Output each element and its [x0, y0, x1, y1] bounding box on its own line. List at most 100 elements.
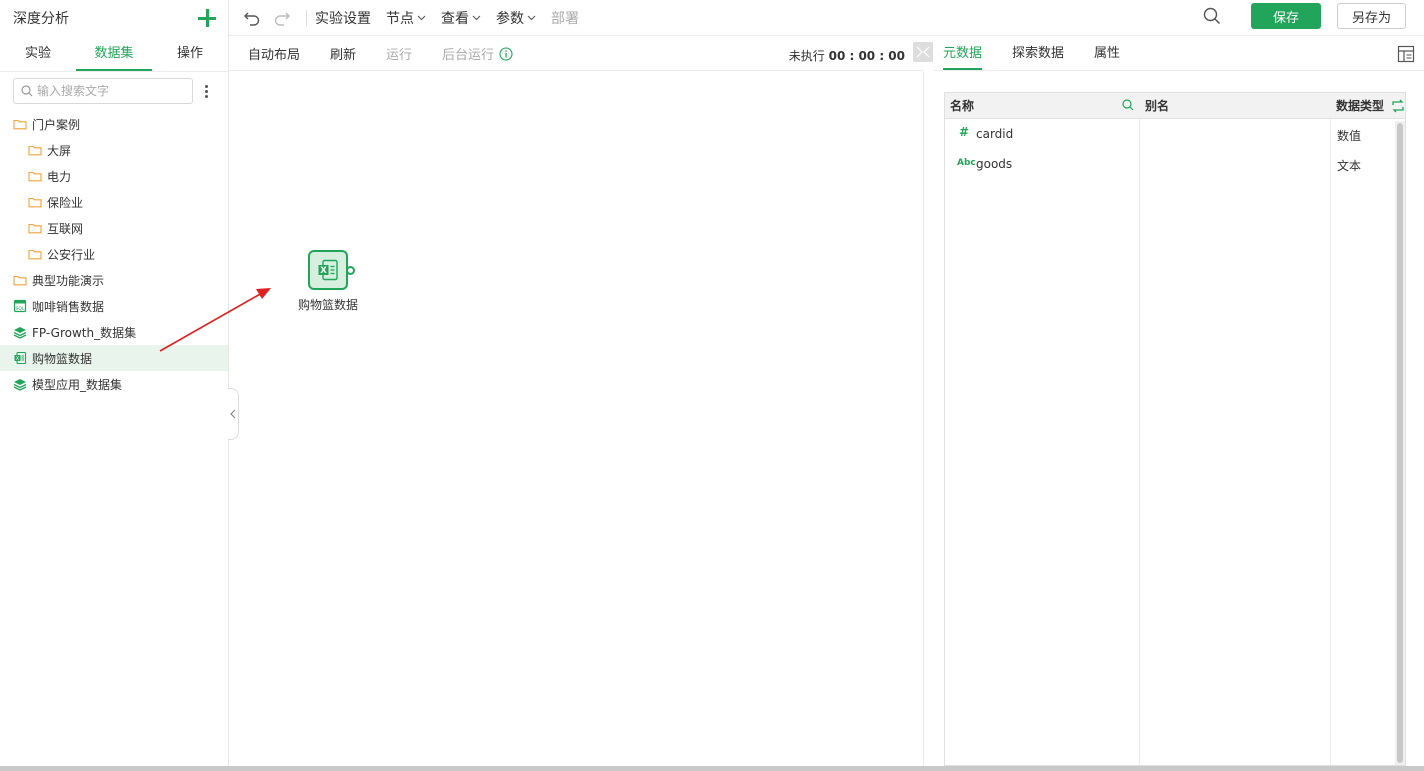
tree-folder-insurance[interactable]: 保险业	[0, 189, 228, 215]
tree-folder-internet[interactable]: 互联网	[0, 215, 228, 241]
dataset-node[interactable]: X 购物篮数据	[293, 250, 363, 313]
tree-dataset-fpgrowth[interactable]: FP-Growth_数据集	[0, 319, 228, 345]
menu-deploy[interactable]: 部署	[551, 8, 579, 28]
sidebar-search-row	[0, 72, 228, 106]
table-header: 名称 别名 数据类型	[945, 93, 1405, 119]
auto-layout-button[interactable]: 自动布局	[248, 44, 300, 63]
tab-explore-data[interactable]: 探索数据	[1012, 37, 1064, 70]
stack-dataset-icon	[13, 379, 27, 391]
tree-dataset-coffee[interactable]: SQL 咖啡销售数据	[0, 293, 228, 319]
experiment-canvas[interactable]: X 购物篮数据	[239, 72, 923, 766]
tab-metadata[interactable]: 元数据	[943, 37, 983, 70]
add-icon[interactable]	[198, 9, 216, 27]
refresh-button[interactable]: 刷新	[330, 44, 356, 63]
chevron-left-icon	[230, 409, 236, 419]
header-type: 数据类型	[1336, 99, 1385, 113]
refresh-icon[interactable]	[1391, 99, 1405, 116]
sidebar-title: 深度分析	[13, 11, 69, 27]
search-icon	[21, 85, 33, 97]
tab-properties[interactable]: 属性	[1094, 37, 1120, 70]
tree-item-label: 大屏	[47, 143, 72, 158]
chevron-down-icon	[417, 15, 426, 20]
folder-icon	[28, 197, 42, 208]
status-label: 未执行	[788, 49, 825, 63]
canvas-toolbar: 自动布局 刷新 运行 后台运行 未执行 00 : 00 : 00	[229, 37, 923, 71]
panel-splitter-toggle[interactable]	[913, 42, 933, 62]
run-status: 未执行 00 : 00 : 00	[789, 47, 905, 64]
info-icon[interactable]	[499, 46, 513, 61]
tree-item-label: 咖啡销售数据	[32, 299, 105, 314]
tree-folder-screen[interactable]: 大屏	[0, 137, 228, 163]
menu-view[interactable]: 查看	[441, 8, 481, 28]
canvas-divider	[923, 71, 924, 766]
menu-label: 实验设置	[315, 10, 371, 27]
tree-dataset-basket[interactable]: X 购物篮数据	[0, 345, 228, 371]
menu-label: 参数	[496, 10, 524, 27]
folder-icon	[28, 249, 42, 260]
horizontal-scrollbar[interactable]	[0, 766, 1424, 771]
vertical-scrollbar[interactable]	[1395, 121, 1405, 765]
tree-folder-police[interactable]: 公安行业	[0, 241, 228, 267]
tab-operation[interactable]: 操作	[152, 37, 228, 71]
folder-icon	[13, 275, 27, 286]
toolbar-divider	[306, 9, 307, 26]
more-options-icon[interactable]	[199, 84, 213, 98]
layout-icon[interactable]	[1397, 45, 1415, 67]
svg-text:X: X	[320, 266, 327, 276]
top-toolbar: 实验设置 节点 查看 参数 部署 保存 另存为	[229, 0, 1424, 36]
menu-experiment-settings[interactable]: 实验设置	[315, 8, 371, 28]
chevron-down-icon	[527, 15, 536, 20]
background-run-button[interactable]: 后台运行	[442, 44, 513, 63]
undo-icon[interactable]	[242, 8, 262, 28]
dataset-node-box[interactable]: X	[308, 250, 355, 290]
column-divider	[1330, 119, 1331, 765]
tab-dataset[interactable]: 数据集	[76, 37, 152, 71]
tree-folder-demos[interactable]: 典型功能演示	[0, 267, 228, 293]
tree-item-label: 保险业	[47, 195, 84, 210]
tree-item-label: 公安行业	[47, 247, 96, 262]
folder-icon	[28, 171, 42, 182]
tab-experiment[interactable]: 实验	[0, 37, 76, 71]
scrollbar-thumb[interactable]	[1397, 123, 1403, 763]
search-icon[interactable]	[1122, 99, 1134, 114]
tree-folder-portal[interactable]: 门户案例	[0, 111, 228, 137]
table-body: # cardid 数值 Abc goods 文本	[945, 119, 1405, 765]
tree-item-label: 门户案例	[32, 117, 81, 132]
table-row[interactable]: Abc goods 文本	[945, 149, 1395, 179]
collapse-sidebar-handle[interactable]	[228, 388, 239, 440]
text-type-icon: Abc	[957, 158, 976, 168]
node-label: 购物篮数据	[297, 298, 358, 312]
tree-folder-power[interactable]: 电力	[0, 163, 228, 189]
tree-dataset-model[interactable]: 模型应用_数据集	[0, 371, 228, 397]
sidebar-tabs: 实验 数据集 操作	[0, 36, 228, 72]
status-timer: 00 : 00 : 00	[828, 49, 905, 63]
folder-icon	[28, 145, 42, 156]
menu-params[interactable]: 参数	[496, 8, 536, 28]
save-button[interactable]: 保存	[1251, 3, 1321, 29]
output-port[interactable]	[346, 266, 355, 275]
chevron-down-icon	[472, 15, 481, 20]
numeric-type-icon: #	[959, 125, 970, 139]
tree-item-label: 模型应用_数据集	[32, 377, 123, 392]
global-search-icon[interactable]	[1203, 7, 1221, 29]
run-button[interactable]: 运行	[386, 44, 412, 63]
menu-label: 节点	[386, 10, 414, 27]
menu-label: 查看	[441, 10, 469, 27]
tree-item-label: 购物篮数据	[32, 351, 93, 366]
save-as-button[interactable]: 另存为	[1337, 3, 1406, 29]
excel-dataset-icon: X	[14, 351, 27, 365]
field-name: cardid	[976, 127, 1014, 141]
search-input[interactable]	[37, 84, 177, 98]
redo-icon[interactable]	[272, 8, 292, 28]
dataset-tree: 门户案例 大屏 电力 保险业 互联网 公安行业 典型功能演示 SQL 咖啡销售数…	[0, 111, 228, 397]
menu-label: 部署	[551, 10, 579, 27]
svg-text:X: X	[16, 356, 20, 362]
menu-node[interactable]: 节点	[386, 8, 426, 28]
collapse-arrows-icon	[916, 46, 930, 58]
table-row[interactable]: # cardid 数值	[945, 119, 1395, 149]
tree-item-label: 互联网	[47, 221, 84, 236]
field-type[interactable]: 文本	[1337, 151, 1361, 181]
right-panel: 元数据 探索数据 属性 名称 别名 数据类型 # cardid 数值 Abc g…	[934, 37, 1424, 766]
field-type[interactable]: 数值	[1337, 121, 1361, 151]
sql-dataset-icon: SQL	[13, 299, 27, 313]
